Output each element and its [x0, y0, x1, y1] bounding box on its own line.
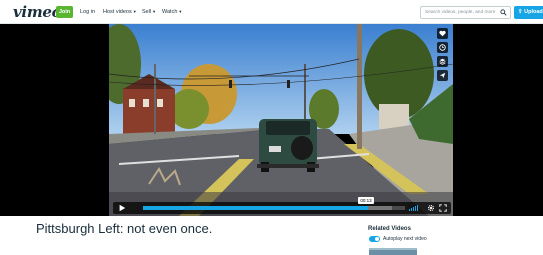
collections-button[interactable]: [437, 56, 448, 67]
stack-icon: [439, 58, 446, 65]
chevron-down-icon: ▼: [132, 9, 137, 14]
vimeo-logo[interactable]: vimeo: [13, 3, 62, 21]
related-video-thumbnail[interactable]: [369, 248, 417, 255]
autoplay-label: Autoplay next video: [383, 236, 427, 242]
progress-bar[interactable]: 00:13: [143, 197, 405, 210]
volume-icon[interactable]: [409, 205, 419, 211]
upload-label: Upload: [524, 9, 543, 15]
toggle-knob: [375, 237, 379, 241]
search-placeholder: Search videos, people, and more: [425, 10, 496, 15]
progress-played: [143, 206, 369, 210]
fullscreen-icon[interactable]: [439, 204, 447, 212]
host-videos-menu[interactable]: Host videos▼: [103, 7, 137, 17]
login-link-label: Log in: [80, 9, 95, 15]
host-videos-label: Host videos: [103, 9, 132, 15]
settings-icon[interactable]: [427, 204, 435, 212]
sell-menu[interactable]: Sell▼: [142, 7, 156, 17]
share-button[interactable]: [437, 70, 448, 81]
watch-menu[interactable]: Watch▼: [162, 7, 182, 17]
related-videos-heading: Related Videos: [368, 226, 411, 232]
watch-later-button[interactable]: [437, 42, 448, 53]
play-icon[interactable]: [118, 204, 126, 212]
join-button[interactable]: Join: [56, 6, 73, 18]
sell-label: Sell: [142, 9, 152, 15]
chevron-down-icon: ▼: [178, 9, 183, 14]
player-controls: 00:13: [113, 197, 451, 214]
top-navigation: vimeo Join Log in Host videos▼ Sell▼ Wat…: [0, 0, 543, 24]
upload-icon: ⇧: [518, 9, 523, 15]
time-tooltip: 00:13: [358, 197, 374, 204]
search-icon[interactable]: [500, 9, 507, 16]
page-root: vimeo Join Log in Host videos▼ Sell▼ Wat…: [0, 0, 543, 255]
watch-label: Watch: [162, 9, 178, 15]
heart-icon: [439, 30, 446, 37]
clock-icon: [439, 44, 446, 51]
chevron-down-icon: ▼: [152, 9, 157, 14]
player-side-actions: [437, 28, 449, 84]
autoplay-switch[interactable]: [369, 236, 380, 242]
video-player[interactable]: 00:13: [0, 24, 543, 216]
video-title: Pittsburgh Left: not even once.: [36, 221, 213, 236]
search-input[interactable]: Search videos, people, and more: [420, 6, 511, 19]
like-button[interactable]: [437, 28, 448, 39]
send-icon: [439, 72, 446, 79]
login-link[interactable]: Log in: [80, 7, 95, 17]
video-frame[interactable]: [109, 24, 453, 216]
upload-button[interactable]: ⇧ Upload: [514, 6, 543, 19]
